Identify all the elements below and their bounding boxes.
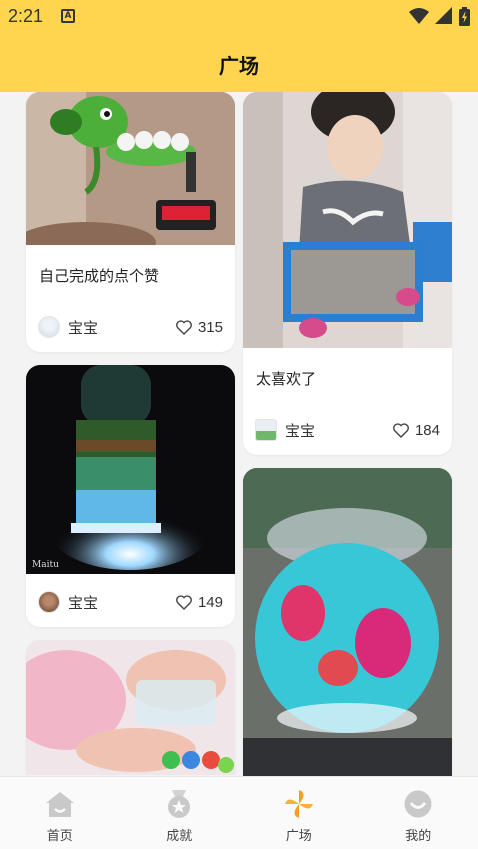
status-bar: 2:21 A <box>0 0 478 32</box>
medal-icon <box>168 790 191 818</box>
post-photo[interactable] <box>26 92 235 245</box>
post-meta: 宝宝 184 <box>255 419 440 441</box>
app-header: 2:21 A 广场 <box>0 0 478 92</box>
status-time: 2:21 <box>8 6 44 26</box>
nav-label-mine: 我的 <box>405 829 432 844</box>
like-count: 315 <box>197 318 223 336</box>
sim-card-icon: A <box>61 9 75 23</box>
like-count: 149 <box>197 593 223 611</box>
pinwheel-icon <box>284 790 313 818</box>
post-meta: 宝宝 149 <box>38 591 223 613</box>
like-button[interactable]: 184 <box>393 422 440 439</box>
post-card[interactable]: Maitu 宝宝 149 <box>26 365 235 627</box>
avatar <box>38 316 60 338</box>
watermark-signature: Maitu <box>32 560 59 570</box>
nav-label-achievements: 成就 <box>166 829 193 844</box>
nav-item-achievements[interactable]: 成就 <box>120 777 240 849</box>
girl-digging-image <box>243 92 452 348</box>
post-photo[interactable] <box>26 640 235 776</box>
post-author[interactable]: 宝宝 <box>255 419 315 441</box>
post-card[interactable]: 自己完成的点个赞 宝宝 315 <box>26 92 235 352</box>
nav-item-home[interactable]: 首页 <box>0 777 120 849</box>
page-title: 广场 <box>219 54 259 78</box>
author-name: 宝宝 <box>285 421 316 440</box>
post-photo[interactable] <box>243 92 452 348</box>
jellyfish-jar-image <box>243 468 452 776</box>
signal-icon <box>435 7 452 24</box>
avatar <box>38 591 60 613</box>
post-photo[interactable]: Maitu <box>26 365 235 574</box>
wifi-icon <box>409 8 429 24</box>
lava-lamp-bottle-image: Maitu <box>26 365 235 574</box>
nav-label-plaza: 广场 <box>285 829 312 844</box>
post-card[interactable] <box>26 640 235 776</box>
peashooter-toy-image <box>26 92 235 245</box>
nav-item-plaza[interactable]: 广场 <box>239 777 359 849</box>
author-name: 宝宝 <box>68 318 99 337</box>
status-icons <box>409 6 470 26</box>
nav-item-mine[interactable]: 我的 <box>359 777 478 849</box>
heart-icon <box>176 594 192 610</box>
bottom-nav: 首页 成就 广场 我的 <box>0 776 478 849</box>
like-button[interactable]: 149 <box>176 594 223 611</box>
post-card[interactable]: 太喜欢了 宝宝 184 <box>243 92 452 455</box>
post-feed[interactable]: 自己完成的点个赞 宝宝 315 太喜欢了 宝宝 184 Maitu 宝宝 149 <box>0 92 478 776</box>
post-author[interactable]: 宝宝 <box>38 316 98 338</box>
like-count: 184 <box>414 421 440 439</box>
nav-label-home: 首页 <box>46 829 73 844</box>
post-caption: 太喜欢了 <box>256 370 317 388</box>
post-author[interactable]: 宝宝 <box>38 591 98 613</box>
heart-icon <box>176 319 192 335</box>
author-name: 宝宝 <box>68 593 99 612</box>
home-icon <box>45 792 74 817</box>
hands-bottle-image <box>26 640 235 776</box>
like-button[interactable]: 315 <box>176 319 223 336</box>
post-caption: 自己完成的点个赞 <box>39 267 160 285</box>
heart-icon <box>393 422 409 438</box>
post-meta: 宝宝 315 <box>38 316 223 338</box>
battery-icon <box>459 6 470 26</box>
post-photo[interactable] <box>243 468 452 776</box>
post-card[interactable] <box>243 468 452 776</box>
avatar <box>255 419 277 441</box>
smile-face-icon <box>404 790 432 818</box>
